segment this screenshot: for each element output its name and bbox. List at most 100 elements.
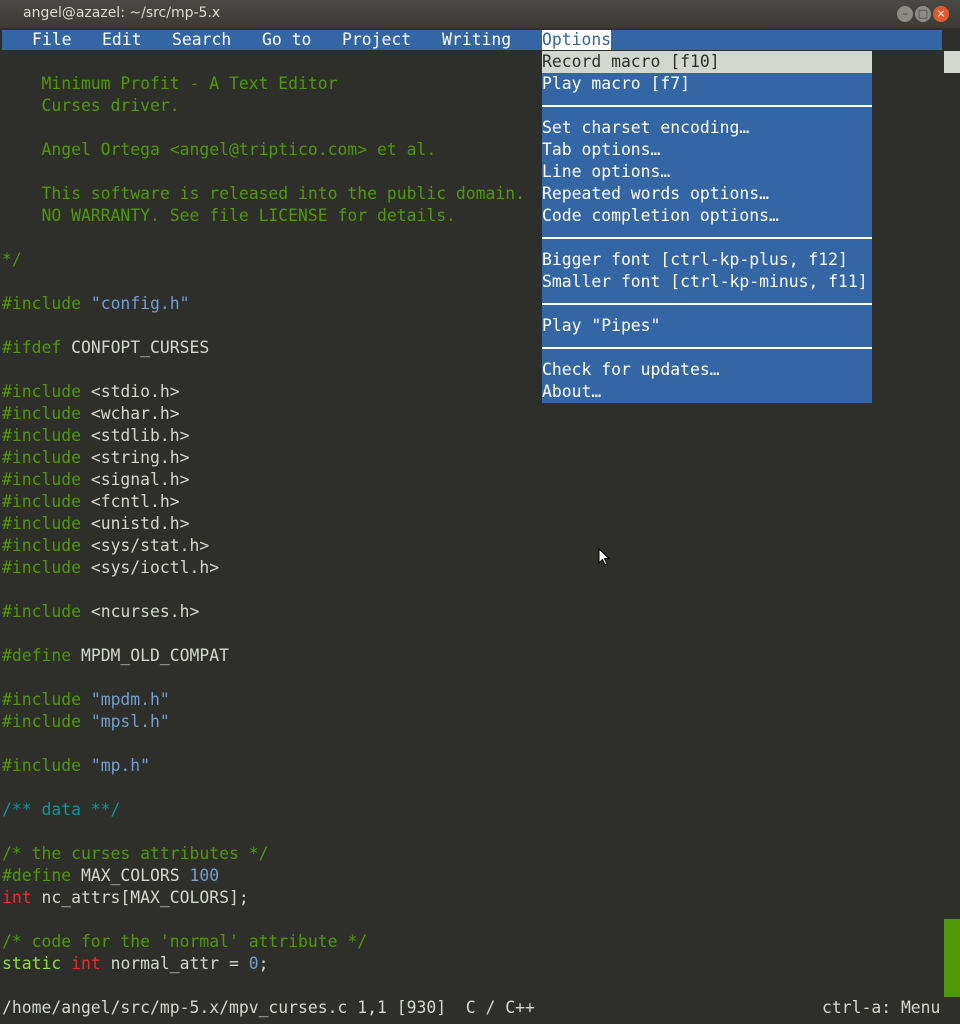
code-line: #include <string.h>	[2, 447, 190, 469]
include-arg: <sys/stat.h>	[90, 536, 210, 555]
storage-keyword: static	[2, 954, 62, 973]
semicolon: ;	[258, 954, 269, 973]
code-line: static int normal_attr = 0;	[2, 953, 268, 975]
menu-item-play-pipes[interactable]: Play "Pipes"	[542, 315, 872, 337]
window-titlebar: angel@azazel: ~/src/mp-5.x – □ ×	[0, 0, 960, 28]
code-line: /* code for the 'normal' attribute */	[2, 932, 368, 951]
menu-item-smaller-font[interactable]: Smaller font [ctrl-kp-minus, f11]	[542, 271, 872, 293]
options-dropdown-menu: Record macro [f10] Play macro [f7] Set c…	[542, 51, 872, 403]
preproc-directive: #include	[2, 382, 81, 401]
menu-item-code-completion[interactable]: Code completion options…	[542, 205, 872, 227]
maximize-icon[interactable]: □	[915, 6, 931, 22]
number-literal: 100	[189, 866, 220, 885]
menu-search[interactable]: Search	[172, 30, 231, 50]
status-bar: /home/angel/src/mp-5.x/mpv_curses.c 1,1 …	[2, 997, 942, 1019]
menu-project[interactable]: Project	[342, 30, 411, 50]
code-line: This software is released into the publi…	[2, 184, 526, 203]
include-arg: <string.h>	[90, 448, 190, 467]
macro-name: MAX_COLORS	[80, 866, 180, 885]
code-line: #include <unistd.h>	[2, 513, 190, 535]
menu-item-line-options[interactable]: Line options…	[542, 161, 872, 183]
macro-name: CONFOPT_CURSES	[71, 338, 210, 357]
menu-item-play-macro[interactable]: Play macro [f7]	[542, 73, 872, 95]
include-arg: "config.h"	[90, 294, 190, 313]
menu-item-bigger-font[interactable]: Bigger font [ctrl-kp-plus, f12]	[542, 249, 872, 271]
preproc-directive: #include	[2, 470, 81, 489]
include-arg: "mp.h"	[90, 756, 151, 775]
menu-item-charset[interactable]: Set charset encoding…	[542, 117, 872, 139]
code-line: /* the curses attributes */	[2, 844, 269, 863]
preproc-directive: #include	[2, 690, 81, 709]
code-line: #include <wchar.h>	[2, 403, 180, 425]
preproc-directive: #include	[2, 492, 81, 511]
include-arg: <wchar.h>	[90, 404, 180, 423]
preproc-directive: #include	[2, 536, 81, 555]
mouse-pointer-icon	[598, 548, 611, 566]
status-file-info: /home/angel/src/mp-5.x/mpv_curses.c 1,1 …	[2, 998, 535, 1017]
scrollbar-thumb[interactable]	[944, 51, 960, 73]
code-line: #include <sys/ioctl.h>	[2, 557, 219, 579]
code-line: #include <sys/stat.h>	[2, 535, 209, 557]
code-line: #include "mpsl.h"	[2, 711, 170, 733]
menu-item-about[interactable]: About…	[542, 381, 872, 403]
declaration: nc_attrs[MAX_COLORS];	[31, 888, 249, 907]
number-literal: 0	[248, 954, 259, 973]
status-menu-hint: ctrl-a: Menu	[822, 998, 941, 1017]
code-line: Angel Ortega <angel@triptico.com> et al.	[2, 140, 437, 159]
code-line: #include <signal.h>	[2, 469, 190, 491]
code-line: Curses driver.	[2, 96, 180, 115]
menu-edit[interactable]: Edit	[102, 30, 141, 50]
type-keyword: int	[71, 954, 101, 973]
preproc-directive: #include	[2, 294, 81, 313]
code-line: Minimum Profit - A Text Editor	[2, 74, 338, 93]
minimize-icon[interactable]: –	[897, 6, 913, 22]
include-arg: "mpdm.h"	[90, 690, 170, 709]
code-line: #include "mp.h"	[2, 755, 150, 777]
preproc-directive: #define	[2, 646, 72, 665]
declaration: normal_attr =	[100, 954, 249, 973]
close-icon[interactable]: ×	[933, 6, 949, 22]
code-line: #include <stdio.h>	[2, 381, 180, 403]
code-line: #define MPDM_OLD_COMPAT	[2, 645, 229, 667]
include-arg: "mpsl.h"	[90, 712, 170, 731]
preproc-directive: #include	[2, 712, 81, 731]
scrollbar-indicator	[944, 919, 960, 997]
preproc-directive: #include	[2, 558, 81, 577]
menu-separator	[542, 237, 872, 239]
code-line: NO WARRANTY. See file LICENSE for detail…	[2, 206, 456, 225]
code-line: #define MAX_COLORS 100	[2, 865, 219, 887]
menu-item-repeated-words[interactable]: Repeated words options…	[542, 183, 872, 205]
preproc-directive: #define	[2, 866, 72, 885]
menu-file[interactable]: File	[32, 30, 71, 50]
menu-separator	[542, 303, 872, 305]
menu-item-record-macro[interactable]: Record macro [f10]	[542, 51, 872, 73]
window-title: angel@azazel: ~/src/mp-5.x	[23, 5, 221, 21]
preproc-directive: #include	[2, 404, 81, 423]
include-arg: <signal.h>	[90, 470, 190, 489]
preproc-directive: #ifdef	[2, 338, 62, 357]
include-arg: <unistd.h>	[90, 514, 190, 533]
code-line: #include <ncurses.h>	[2, 601, 199, 623]
menubar: File Edit Search Go to Project Writing O…	[2, 30, 942, 50]
menu-goto[interactable]: Go to	[262, 30, 311, 50]
menu-separator	[542, 347, 872, 349]
code-line: #ifdef CONFOPT_CURSES	[2, 337, 209, 359]
preproc-directive: #include	[2, 448, 81, 467]
type-keyword: int	[2, 888, 32, 907]
code-line: #include "mpdm.h"	[2, 689, 170, 711]
preproc-directive: #include	[2, 514, 81, 533]
vertical-scrollbar[interactable]	[944, 51, 960, 997]
include-arg: <sys/ioctl.h>	[90, 558, 220, 577]
preproc-directive: #include	[2, 756, 81, 775]
code-line: #include <fcntl.h>	[2, 491, 180, 513]
menu-separator	[542, 105, 872, 107]
menu-item-tab-options[interactable]: Tab options…	[542, 139, 872, 161]
code-line: int nc_attrs[MAX_COLORS];	[2, 887, 249, 909]
menu-options[interactable]: Options	[542, 30, 612, 50]
include-arg: <stdio.h>	[90, 382, 180, 401]
include-arg: <ncurses.h>	[90, 602, 200, 621]
menu-item-check-updates[interactable]: Check for updates…	[542, 359, 872, 381]
code-line: */	[2, 250, 22, 269]
code-line: #include "config.h"	[2, 293, 190, 315]
menu-writing[interactable]: Writing	[442, 30, 511, 50]
